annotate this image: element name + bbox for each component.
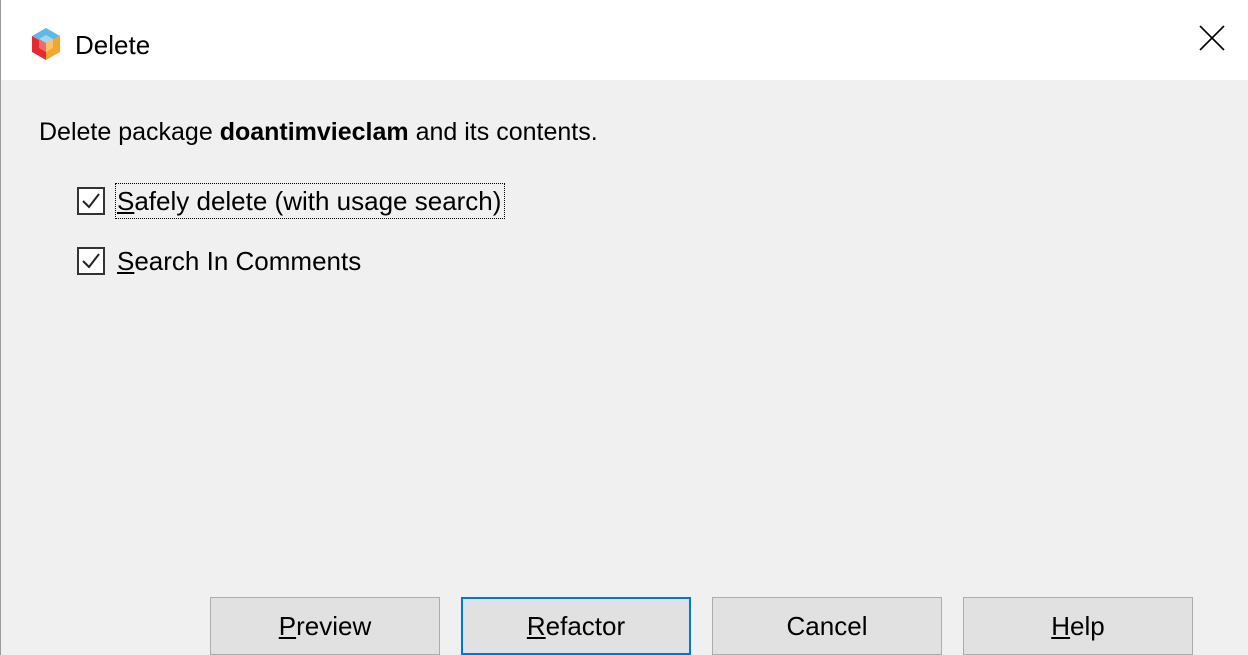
preview-button[interactable]: Preview xyxy=(210,597,440,655)
close-button[interactable] xyxy=(1176,0,1248,80)
search-in-comments-checkbox[interactable] xyxy=(77,247,105,275)
message-suffix: and its contents. xyxy=(408,118,598,146)
safely-delete-text: afely delete (with usage search) xyxy=(134,186,502,216)
refactor-button[interactable]: Refactor xyxy=(461,597,691,655)
safely-delete-label[interactable]: Safely delete (with usage search) xyxy=(114,183,506,219)
checkmark-icon xyxy=(82,193,100,209)
help-label: elp xyxy=(1070,610,1105,641)
window-title: Delete xyxy=(75,30,151,60)
search-in-comments-text: earch In Comments xyxy=(134,246,362,276)
cancel-button[interactable]: Cancel xyxy=(712,597,942,655)
package-name: doantimvieclam xyxy=(219,118,409,146)
message-prefix: Delete package xyxy=(39,118,220,146)
search-in-comments-label[interactable]: Search In Comments xyxy=(117,245,361,277)
preview-label: review xyxy=(296,610,372,641)
safely-delete-option[interactable]: Safely delete (with usage search) xyxy=(77,183,506,219)
preview-mnemonic: P xyxy=(278,610,297,641)
refactor-label: efactor xyxy=(545,610,626,641)
delete-dialog: Delete Delete package doantimvieclam and… xyxy=(0,0,1248,655)
netbeans-cube-icon xyxy=(29,27,63,61)
cancel-label: Cancel xyxy=(786,610,868,641)
dialog-content: Delete package doantimvieclam and its co… xyxy=(1,80,1248,655)
delete-message: Delete package doantimvieclam and its co… xyxy=(39,116,598,148)
safely-delete-checkbox[interactable] xyxy=(77,187,105,215)
checkmark-icon xyxy=(82,253,100,269)
close-icon xyxy=(1199,24,1225,56)
title-bar[interactable]: Delete xyxy=(1,0,1248,80)
refactor-mnemonic: R xyxy=(526,610,546,641)
help-mnemonic: H xyxy=(1051,610,1071,641)
search-in-comments-option[interactable]: Search In Comments xyxy=(77,244,361,278)
safely-delete-mnemonic: S xyxy=(117,186,135,216)
help-button[interactable]: Help xyxy=(963,597,1193,655)
search-in-comments-mnemonic: S xyxy=(117,246,135,276)
